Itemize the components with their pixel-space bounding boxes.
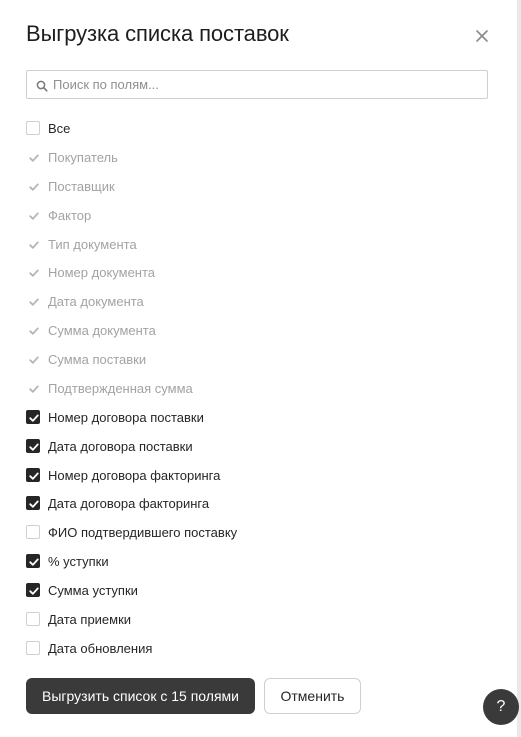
field-checkbox-label: Дата договора поставки — [48, 438, 193, 454]
field-checkbox-label: Все — [48, 121, 71, 136]
checkbox-checked-icon[interactable] — [26, 409, 40, 424]
field-checkbox-label: Номер договора поставки — [48, 409, 204, 425]
checkbox-checked-icon — [26, 150, 40, 164]
close-icon[interactable] — [472, 26, 492, 46]
checkbox-checked-icon — [26, 352, 40, 366]
field-checkbox-row[interactable]: Номер договора факторинга — [26, 461, 496, 490]
checkbox-checked-icon[interactable] — [26, 554, 40, 569]
field-checkbox-label: % уступки — [48, 554, 109, 570]
field-checkbox-label: Дата обновления — [48, 640, 153, 656]
field-checkbox-label: Номер документа — [48, 265, 156, 281]
field-checkbox-row: Сумма документа — [26, 316, 496, 345]
search-field[interactable] — [26, 70, 488, 99]
field-checkbox-label: Дата документа — [48, 294, 144, 310]
checkbox-checked-icon — [26, 323, 40, 337]
checkbox-checked-icon[interactable] — [26, 496, 40, 511]
field-checkbox-row: Дата документа — [26, 287, 496, 316]
field-checkbox-row: Номер документа — [26, 258, 496, 287]
search-input[interactable] — [53, 71, 483, 98]
field-checkbox-row[interactable]: Все — [26, 114, 496, 143]
field-checkbox-row[interactable]: ФИО подтвердившего поставку — [26, 518, 496, 547]
field-checkbox-row: Сумма поставки — [26, 345, 496, 374]
field-checkbox-row[interactable]: Дата договора поставки — [26, 432, 496, 461]
search-icon — [36, 79, 48, 92]
checkbox-checked-icon — [26, 294, 40, 308]
checkbox-checked-icon — [26, 237, 40, 251]
field-checkbox-row: Фактор — [26, 201, 496, 230]
field-checkbox-label: Поставщик — [48, 178, 115, 194]
checkbox-unchecked-icon[interactable] — [26, 640, 40, 655]
field-checkbox-label: Сумма документа — [48, 323, 156, 339]
field-checkbox-row: Покупатель — [26, 143, 496, 172]
field-checkbox-label: Номер договора факторинга — [48, 467, 221, 483]
checkbox-checked-icon[interactable] — [26, 438, 40, 453]
checkbox-unchecked-icon[interactable] — [26, 525, 40, 540]
checkbox-checked-icon — [26, 208, 40, 222]
export-dialog: Выгрузка списка поставок Все Покупатель По… — [0, 0, 521, 737]
cancel-button[interactable]: Отменить — [264, 678, 361, 714]
field-checkbox-row[interactable]: Номер договора поставки — [26, 403, 496, 432]
checkbox-unchecked-icon[interactable] — [26, 611, 40, 626]
field-checkbox-label: Сумма поставки — [48, 352, 147, 367]
field-checkbox-label: ФИО подтвердившего поставку — [48, 525, 238, 541]
export-button[interactable]: Выгрузить список с 15 полями — [26, 678, 255, 714]
field-checkbox-row[interactable]: % уступки — [26, 547, 496, 576]
field-checkbox-row[interactable]: Дата договора факторинга — [26, 489, 496, 518]
checkbox-checked-icon[interactable] — [26, 467, 40, 482]
field-checkbox-row: Подтвержденная сумма — [26, 374, 496, 403]
checkbox-unchecked-icon[interactable] — [26, 121, 40, 135]
checkbox-checked-icon — [26, 179, 40, 193]
checkbox-checked-icon[interactable] — [26, 583, 40, 597]
checkbox-checked-icon — [26, 265, 40, 279]
field-checkbox-label: Сумма уступки — [48, 583, 138, 598]
field-checkbox-label: Дата приемки — [48, 611, 132, 627]
field-checkbox-label: Тип документа — [48, 236, 137, 252]
field-checkbox-row[interactable]: Сумма уступки — [26, 576, 496, 605]
field-checkbox-label: Дата договора факторинга — [48, 496, 210, 512]
field-checkbox-label: Подтвержденная сумма — [48, 380, 193, 396]
dialog-title: Выгрузка списка поставок — [26, 21, 289, 46]
field-checkbox-row: Тип документа — [26, 230, 496, 259]
field-checkbox-list: Все Покупатель Поставщик Фактор Тип документ… — [26, 114, 496, 663]
checkbox-checked-icon — [26, 381, 40, 395]
field-checkbox-label: Фактор — [48, 207, 92, 223]
field-checkbox-row[interactable]: Дата приемки — [26, 605, 496, 634]
field-checkbox-label: Покупатель — [48, 149, 118, 165]
field-checkbox-row[interactable]: Дата обновления — [26, 634, 496, 663]
field-checkbox-row: Поставщик — [26, 172, 496, 201]
scrollbar-track[interactable] — [517, 0, 521, 737]
help-icon[interactable]: ? — [483, 689, 519, 725]
